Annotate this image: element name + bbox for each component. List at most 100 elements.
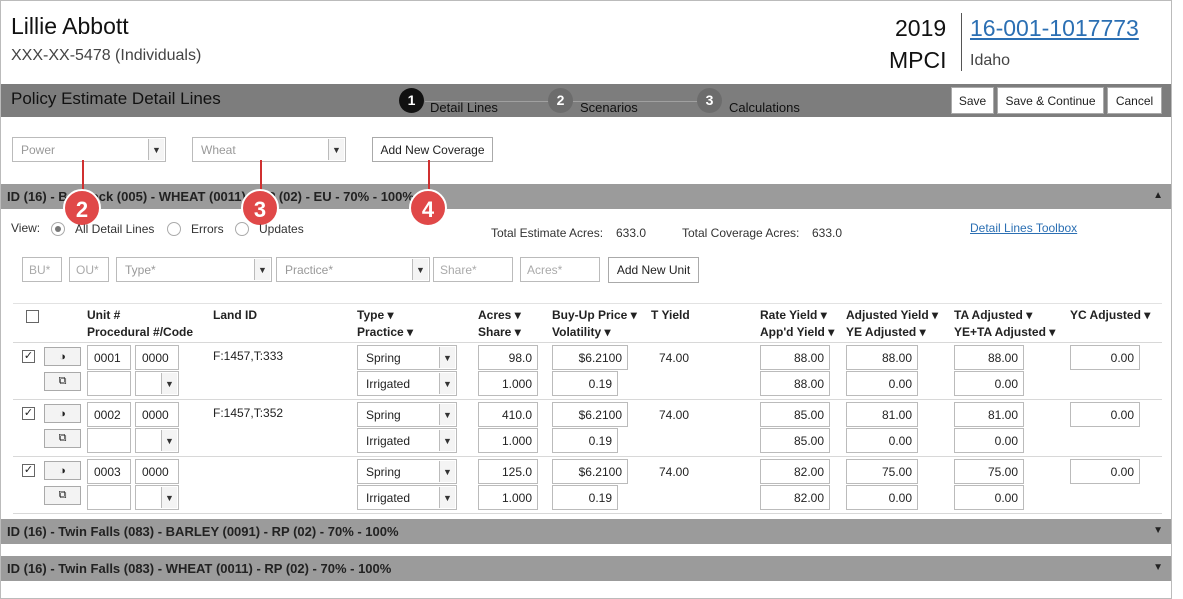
copy-icon[interactable]: ⧉ <box>44 372 81 391</box>
type-select[interactable]: Spring ▼ <box>357 459 457 484</box>
acres-input[interactable]: 125.0 <box>478 459 538 484</box>
yc-adjusted-input[interactable]: 0.00 <box>1070 402 1140 427</box>
unit-number-input[interactable]: 0003 <box>87 459 131 484</box>
coverage-header-3[interactable]: ID (16) - Twin Falls (083) - WHEAT (0011… <box>1 556 1171 581</box>
adjusted-yield-input[interactable]: 88.00 <box>846 345 918 370</box>
caret-down-icon[interactable]: ▼ <box>1153 525 1163 536</box>
rate-yield-input[interactable]: 88.00 <box>760 345 830 370</box>
select-all-checkbox[interactable] <box>26 310 39 323</box>
row-checkbox[interactable]: ✓ <box>22 350 35 363</box>
ye-adjusted-input[interactable]: 0.00 <box>846 371 918 396</box>
sub-unit-input[interactable]: 0000 <box>135 345 179 370</box>
col-acres[interactable]: Acres ▾ <box>478 308 521 322</box>
appd-yield-input[interactable]: 85.00 <box>760 428 830 453</box>
yeta-adjusted-input[interactable]: 0.00 <box>954 371 1024 396</box>
row-checkbox[interactable]: ✓ <box>22 464 35 477</box>
appd-yield-input[interactable]: 88.00 <box>760 371 830 396</box>
radio-updates[interactable] <box>235 222 249 236</box>
copy-icon[interactable]: ⧉ <box>44 429 81 448</box>
step-2-indicator[interactable]: 2 <box>548 88 573 113</box>
buyup-price-input[interactable]: $6.2100 <box>552 459 628 484</box>
volatility-input[interactable]: 0.19 <box>552 485 618 510</box>
sub-unit-input[interactable]: 0000 <box>135 402 179 427</box>
adjusted-yield-input[interactable]: 81.00 <box>846 402 918 427</box>
acres-input[interactable]: Acres* <box>520 257 600 282</box>
buyup-price-input[interactable]: $6.2100 <box>552 402 628 427</box>
bu-input[interactable]: BU* <box>22 257 62 282</box>
cancel-button[interactable]: Cancel <box>1107 87 1162 114</box>
ye-adjusted-input[interactable]: 0.00 <box>846 428 918 453</box>
practice-select[interactable]: Irrigated ▼ <box>357 485 457 510</box>
ta-adjusted-input[interactable]: 81.00 <box>954 402 1024 427</box>
contrast-icon[interactable]: ◑ <box>44 461 81 480</box>
caret-up-icon[interactable]: ▲ <box>1153 190 1163 201</box>
save-continue-button[interactable]: Save & Continue <box>997 87 1104 114</box>
acres-input[interactable]: 410.0 <box>478 402 538 427</box>
crop-select[interactable]: Wheat ▼ <box>192 137 346 162</box>
contrast-icon[interactable]: ◑ <box>44 347 81 366</box>
type-select[interactable]: Spring ▼ <box>357 345 457 370</box>
procedural-code-select[interactable]: ▼ <box>135 428 179 453</box>
col-type[interactable]: Type ▾ <box>357 308 393 322</box>
yc-adjusted-input[interactable]: 0.00 <box>1070 459 1140 484</box>
col-buyup-price[interactable]: Buy-Up Price ▾ <box>552 308 637 322</box>
ta-adjusted-input[interactable]: 88.00 <box>954 345 1024 370</box>
coverage-header-2[interactable]: ID (16) - Twin Falls (083) - BARLEY (009… <box>1 519 1171 544</box>
share-input[interactable]: 1.000 <box>478 485 538 510</box>
share-input[interactable]: Share* <box>433 257 513 282</box>
procedural-code-select[interactable]: ▼ <box>135 485 179 510</box>
county-select[interactable]: Power ▼ <box>12 137 166 162</box>
share-input[interactable]: 1.000 <box>478 428 538 453</box>
volatility-input[interactable]: 0.19 <box>552 371 618 396</box>
detail-lines-toolbox-link[interactable]: Detail Lines Toolbox <box>970 221 1077 235</box>
procedural-input[interactable] <box>87 428 131 453</box>
type-select[interactable]: Spring ▼ <box>357 402 457 427</box>
save-button[interactable]: Save <box>951 87 994 114</box>
col-yc-adjusted[interactable]: YC Adjusted ▾ <box>1070 308 1150 322</box>
col-volatility[interactable]: Volatility ▾ <box>552 325 610 339</box>
col-rate-yield[interactable]: Rate Yield ▾ <box>760 308 827 322</box>
step-3-label[interactable]: Calculations <box>729 100 800 115</box>
appd-yield-input[interactable]: 82.00 <box>760 485 830 510</box>
col-share[interactable]: Share ▾ <box>478 325 521 339</box>
rate-yield-input[interactable]: 85.00 <box>760 402 830 427</box>
col-ye-adjusted[interactable]: YE Adjusted ▾ <box>846 325 926 339</box>
buyup-price-input[interactable]: $6.2100 <box>552 345 628 370</box>
share-input[interactable]: 1.000 <box>478 371 538 396</box>
yeta-adjusted-input[interactable]: 0.00 <box>954 428 1024 453</box>
row-checkbox[interactable]: ✓ <box>22 407 35 420</box>
volatility-input[interactable]: 0.19 <box>552 428 618 453</box>
col-adjusted-yield[interactable]: Adjusted Yield ▾ <box>846 308 938 322</box>
add-new-unit-button[interactable]: Add New Unit <box>608 257 699 283</box>
ou-input[interactable]: OU* <box>69 257 109 282</box>
radio-errors[interactable] <box>167 222 181 236</box>
step-2-label[interactable]: Scenarios <box>580 100 638 115</box>
practice-select[interactable]: Practice* ▼ <box>276 257 430 282</box>
contrast-icon[interactable]: ◑ <box>44 404 81 423</box>
type-select[interactable]: Type* ▼ <box>116 257 272 282</box>
rate-yield-input[interactable]: 82.00 <box>760 459 830 484</box>
ta-adjusted-input[interactable]: 75.00 <box>954 459 1024 484</box>
procedural-code-select[interactable]: ▼ <box>135 371 179 396</box>
procedural-input[interactable] <box>87 485 131 510</box>
yeta-adjusted-input[interactable]: 0.00 <box>954 485 1024 510</box>
adjusted-yield-input[interactable]: 75.00 <box>846 459 918 484</box>
step-3-indicator[interactable]: 3 <box>697 88 722 113</box>
col-appd-yield[interactable]: App'd Yield ▾ <box>760 325 834 339</box>
policy-number-link[interactable]: 16-001-1017773 <box>970 15 1139 42</box>
caret-down-icon[interactable]: ▼ <box>1153 562 1163 573</box>
procedural-input[interactable] <box>87 371 131 396</box>
add-new-coverage-button[interactable]: Add New Coverage <box>372 137 493 162</box>
copy-icon[interactable]: ⧉ <box>44 486 81 505</box>
coverage-header-1[interactable]: ID (16) - Bannock (005) - WHEAT (0011) -… <box>1 184 1171 209</box>
acres-input[interactable]: 98.0 <box>478 345 538 370</box>
radio-all-detail-lines[interactable] <box>51 222 65 236</box>
step-1-label[interactable]: Detail Lines <box>430 100 498 115</box>
col-yeta-adjusted[interactable]: YE+TA Adjusted ▾ <box>954 325 1055 339</box>
sub-unit-input[interactable]: 0000 <box>135 459 179 484</box>
ye-adjusted-input[interactable]: 0.00 <box>846 485 918 510</box>
unit-number-input[interactable]: 0002 <box>87 402 131 427</box>
yc-adjusted-input[interactable]: 0.00 <box>1070 345 1140 370</box>
col-practice[interactable]: Practice ▾ <box>357 325 413 339</box>
practice-select[interactable]: Irrigated ▼ <box>357 428 457 453</box>
